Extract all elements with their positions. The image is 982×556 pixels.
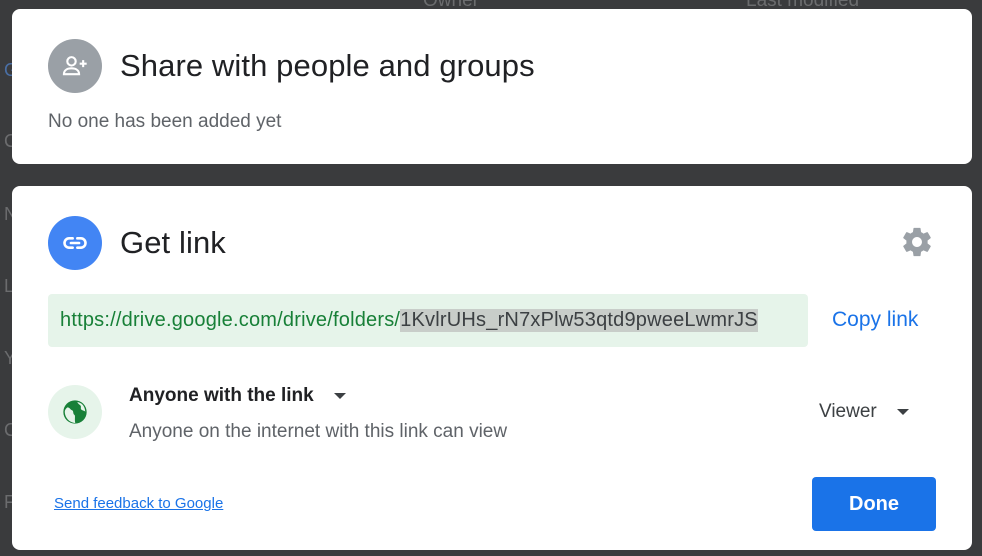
get-link-title: Get link xyxy=(120,225,226,260)
share-title: Share with people and groups xyxy=(120,48,535,83)
access-description: Anyone on the internet with this link ca… xyxy=(129,421,508,442)
link-icon xyxy=(48,216,102,270)
share-subtitle: No one has been added yet xyxy=(48,111,282,132)
copy-link-button[interactable]: Copy link xyxy=(832,308,918,332)
get-link-card: Get link https://drive.google.com/drive/… xyxy=(12,186,972,550)
chevron-down-icon xyxy=(333,393,346,399)
link-url-selected: 1KvlrUHs_rN7xPlw53qtd9pweeLwmrJS xyxy=(400,309,758,332)
send-feedback-link[interactable]: Send feedback to Google xyxy=(54,495,223,512)
access-dropdown[interactable]: Anyone with the link xyxy=(129,385,346,407)
chevron-down-icon xyxy=(896,409,909,415)
globe-icon xyxy=(48,385,102,439)
share-card: Share with people and groups No one has … xyxy=(12,9,972,164)
link-url-prefix: https://drive.google.com/drive/folders/ xyxy=(60,309,401,331)
link-url-field[interactable]: https://drive.google.com/drive/folders/1… xyxy=(48,294,808,347)
gear-icon[interactable] xyxy=(899,224,935,260)
role-dropdown-label: Viewer xyxy=(819,401,877,422)
done-button[interactable]: Done xyxy=(812,477,936,531)
access-dropdown-label: Anyone with the link xyxy=(129,385,314,406)
role-dropdown[interactable]: Viewer xyxy=(819,401,909,423)
person-add-icon xyxy=(48,39,102,93)
